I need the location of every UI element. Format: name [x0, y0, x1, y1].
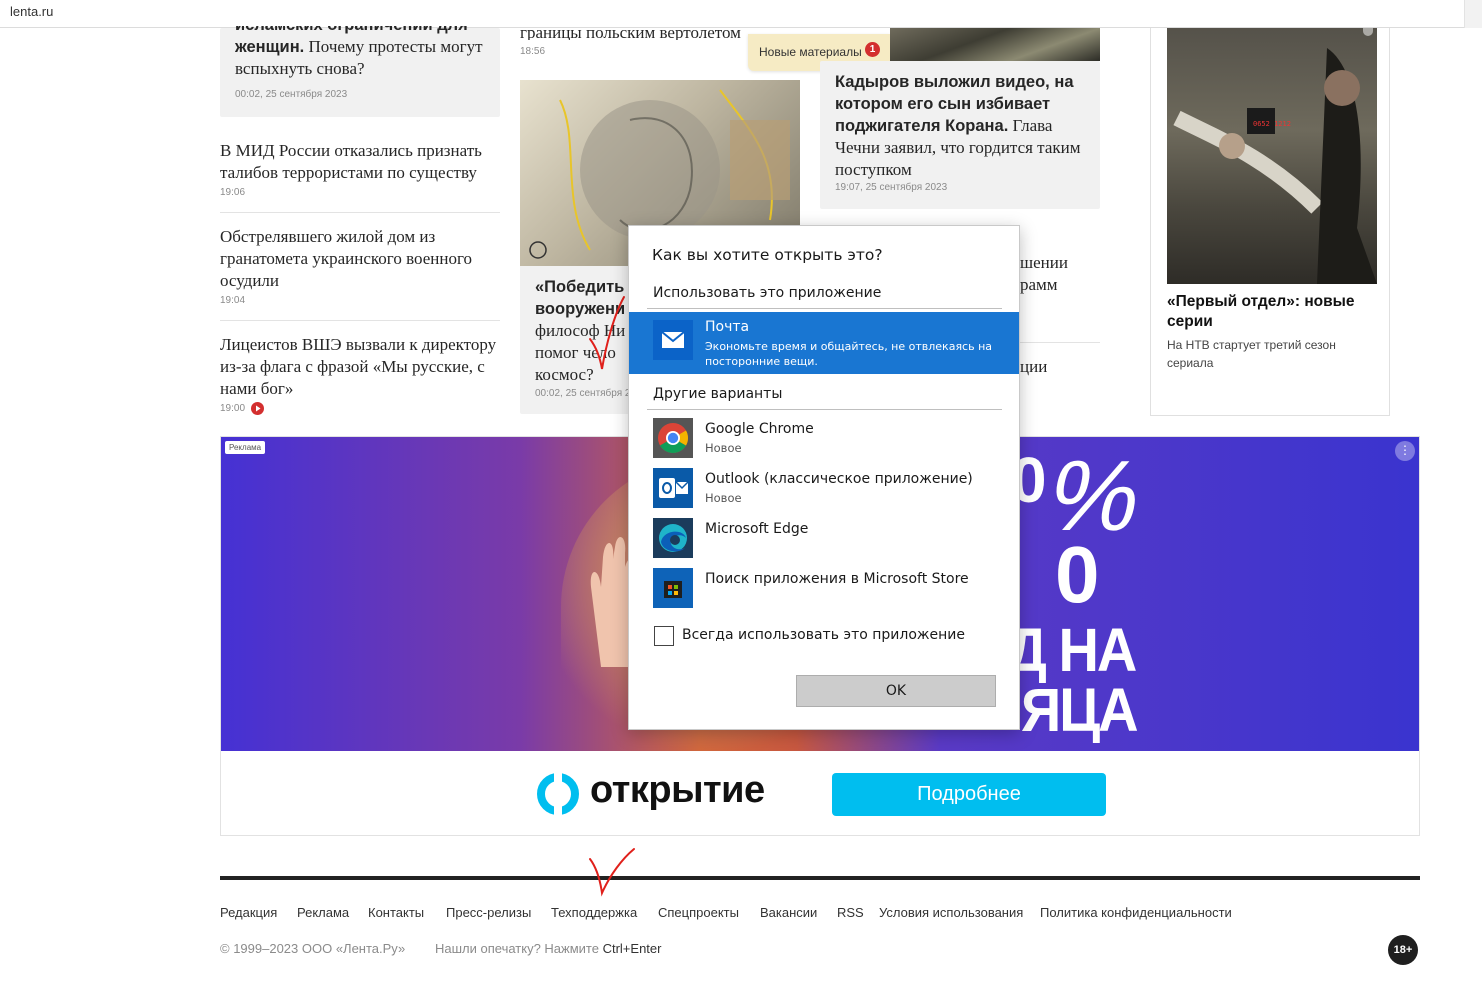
- ad-label: Реклама: [225, 441, 266, 454]
- left-item-2-title[interactable]: Обстрелявшего жилой дом из гранатомета у…: [220, 226, 502, 292]
- footer-typo-text: Нашли опечатку? Нажмите: [435, 941, 603, 956]
- footer-link-support[interactable]: Техподдержка: [551, 905, 637, 920]
- footer-copyright: © 1999–2023 ООО «Лента.Ру»: [220, 941, 406, 956]
- dialog-app-chrome-name: Google Chrome: [705, 421, 814, 437]
- left-card-headline-cut: исламских ограничений для: [235, 26, 495, 36]
- ad-more-icon[interactable]: ⋮: [1395, 441, 1415, 461]
- dialog-app-edge[interactable]: Microsoft Edge: [629, 513, 1019, 563]
- ok-button[interactable]: OK: [796, 675, 996, 707]
- footer-link-press[interactable]: Пресс-релизы: [446, 905, 531, 920]
- mail-icon: [653, 320, 693, 360]
- right-card-image: [890, 28, 1100, 61]
- footer-link-contacts[interactable]: Контакты: [368, 905, 424, 920]
- ad-more-button[interactable]: Подробнее: [832, 773, 1106, 816]
- dialog-other-options-label: Другие варианты: [653, 386, 783, 402]
- footer-link-terms[interactable]: Условия использования: [879, 905, 1023, 920]
- dialog-app-store[interactable]: Поиск приложения в Microsoft Store: [629, 563, 1019, 613]
- middle-top-time: 18:56: [520, 46, 546, 57]
- store-icon: [653, 568, 693, 608]
- dialog-app-chrome[interactable]: Google Chrome Новое: [629, 413, 1019, 463]
- divider: [220, 212, 500, 213]
- browser-edge: [1464, 0, 1482, 28]
- ad-text-5: ЯЦА: [1021, 674, 1139, 745]
- left-item-3-title[interactable]: Лицеистов ВШЭ вызвали к директору из-за …: [220, 334, 502, 400]
- dialog-app-edge-name: Microsoft Edge: [705, 521, 809, 537]
- footer-link-editorial[interactable]: Редакция: [220, 905, 277, 920]
- right-card-headline[interactable]: Кадыров выложил видео, на котором его сы…: [835, 71, 1087, 181]
- right-card-time: 19:07, 25 сентября 2023: [835, 182, 948, 193]
- dialog-app-outlook-sub: Новое: [705, 491, 742, 505]
- promo-title[interactable]: «Первый отдел»: новые серии: [1167, 292, 1377, 332]
- dialog-app-mail[interactable]: Почта Экономьте время и общайтесь, не от…: [629, 312, 1019, 374]
- middle-card-headline-rest-3: космос?: [535, 365, 594, 384]
- left-card-headline-bold: женщин.: [235, 38, 305, 56]
- always-use-label[interactable]: Всегда использовать это приложение: [682, 627, 965, 643]
- left-item-1-title[interactable]: В МИД России отказались признать талибов…: [220, 140, 502, 184]
- dialog-app-mail-name: Почта: [705, 319, 750, 335]
- url-text[interactable]: lenta.ru: [10, 4, 53, 19]
- dialog-separator: [647, 308, 1002, 309]
- open-with-dialog[interactable]: Как вы хотите открыть это? Использовать …: [628, 225, 1020, 730]
- left-item-2-time: 19:04: [220, 295, 246, 306]
- left-card-headline[interactable]: исламских ограничений для женщин. Почему…: [235, 26, 495, 88]
- left-card-time: 00:02, 25 сентября 2023: [235, 89, 348, 100]
- otkritie-logo-icon: [537, 773, 579, 815]
- ad-text-3: 0: [1055, 530, 1100, 619]
- middle-card-time: 00:02, 25 сентября 2: [535, 388, 630, 399]
- video-play-icon: [251, 402, 264, 415]
- red-checkmark-annotation: [589, 296, 625, 370]
- footer-divider: [220, 876, 1420, 880]
- right-item-cut-3[interactable]: ции: [1020, 356, 1047, 378]
- chrome-icon: [653, 418, 693, 458]
- promo-subtitle: На НТВ стартует третий сезон сериала: [1167, 338, 1336, 370]
- dialog-app-store-name: Поиск приложения в Microsoft Store: [705, 571, 969, 587]
- footer-link-ads[interactable]: Реклама: [297, 905, 349, 920]
- right-item-cut-2[interactable]: рамм: [1020, 274, 1058, 296]
- dialog-app-chrome-sub: Новое: [705, 441, 742, 455]
- right-item-cut-1[interactable]: шении: [1020, 252, 1068, 274]
- promo-image: 0652 1212: [1167, 28, 1377, 284]
- footer-link-jobs[interactable]: Вакансии: [760, 905, 817, 920]
- footer-typo-hint: Нашли опечатку? Нажмите Ctrl+Enter: [435, 941, 661, 956]
- ad-brand-name: открытие: [590, 769, 765, 811]
- always-use-checkbox[interactable]: [654, 626, 674, 646]
- divider: [1020, 342, 1100, 343]
- age-rating-badge: 18+: [1388, 935, 1418, 965]
- promo-image-code: 0652 1212: [1253, 120, 1291, 128]
- outlook-icon: [653, 468, 693, 508]
- footer-link-special[interactable]: Спецпроекты: [658, 905, 739, 920]
- footer-link-rss[interactable]: RSS: [837, 905, 864, 920]
- left-item-1-time: 19:06: [220, 187, 246, 198]
- middle-card-headline-bold: «Победить: [535, 278, 625, 296]
- dialog-app-mail-description: Экономьте время и общайтесь, не отвлекая…: [705, 340, 993, 368]
- divider: [220, 320, 500, 321]
- red-checkmark-annotation: [589, 848, 635, 897]
- footer-typo-keys: Ctrl+Enter: [602, 941, 662, 956]
- edge-icon: [653, 518, 693, 558]
- left-item-3-time: 19:00: [220, 403, 246, 414]
- new-materials-label: Новые материалы: [759, 45, 862, 59]
- new-materials-count: 1: [865, 42, 880, 57]
- middle-top-headline[interactable]: границы польским вертолетом: [520, 22, 760, 40]
- dialog-title: Как вы хотите открыть это?: [652, 246, 883, 264]
- footer-link-privacy[interactable]: Политика конфиденциальности: [1040, 905, 1232, 920]
- dialog-separator: [647, 409, 1002, 410]
- dialog-use-this-app-label: Использовать это приложение: [653, 285, 882, 301]
- dialog-app-outlook[interactable]: Outlook (классическое приложение) Новое: [629, 463, 1019, 513]
- dialog-app-outlook-name: Outlook (классическое приложение): [705, 471, 973, 487]
